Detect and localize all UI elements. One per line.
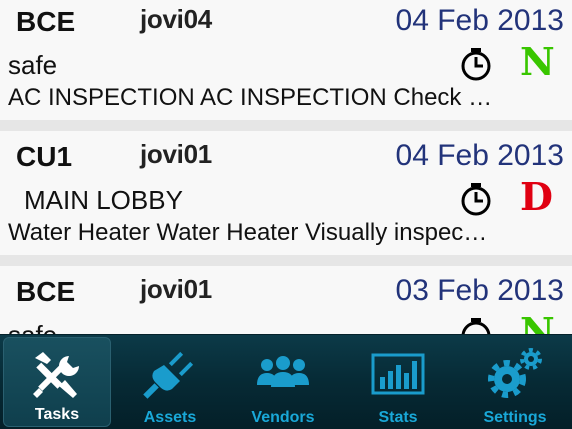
task-code: CU1 [16,141,73,172]
bar-chart-icon [371,353,425,395]
task-row[interactable]: CU1 jovi01 04 Feb 2013 MAIN LOBBY D Wate… [0,131,572,255]
row-divider [0,255,572,266]
task-date: 04 Feb 2013 [395,139,564,172]
task-row[interactable]: BCE jovi04 04 Feb 2013 safe N AC INSPECT… [0,0,572,120]
alarm-clock-icon [461,318,491,334]
tab-label: Tasks [34,406,80,423]
task-description: AC INSPECTION AC INSPECTION Check … [8,84,493,111]
tab-bar: Tasks Assets Vendors Stats Settings [0,334,572,429]
tab-settings[interactable]: Settings [460,335,570,429]
task-date: 04 Feb 2013 [395,4,564,37]
task-location: MAIN LOBBY [24,185,183,215]
task-location: safe [8,50,58,80]
tab-assets[interactable]: Assets [115,335,225,429]
plug-icon [143,351,194,399]
task-user: jovi01 [140,274,212,304]
tab-label: Vendors [251,409,315,426]
task-date: 03 Feb 2013 [395,274,564,307]
tab-label: Settings [483,409,547,426]
task-list[interactable]: BCE jovi04 04 Feb 2013 safe N AC INSPECT… [0,0,572,334]
tab-stats[interactable]: Stats [343,335,453,429]
task-user: jovi01 [140,139,212,169]
task-location: safe [8,320,57,334]
task-user: jovi04 [140,4,212,34]
task-code: BCE [16,276,76,307]
priority-badge: N [520,39,555,84]
alarm-clock-icon [461,183,491,216]
tab-tasks[interactable]: Tasks [3,337,111,427]
task-row[interactable]: BCE jovi01 03 Feb 2013 safe N [0,266,572,334]
row-divider [0,120,572,131]
tab-vendors[interactable]: Vendors [228,335,338,429]
priority-badge: D [520,174,553,219]
priority-badge: N [520,309,555,335]
task-code: BCE [16,6,76,37]
gears-icon [488,348,542,398]
tab-label: Stats [378,409,418,426]
alarm-clock-icon [461,48,491,81]
tab-label: Assets [143,409,197,426]
wrench-screwdriver-icon [33,352,79,398]
task-description: Water Heater Water Heater Visually inspe… [8,219,488,246]
people-icon [257,356,309,387]
